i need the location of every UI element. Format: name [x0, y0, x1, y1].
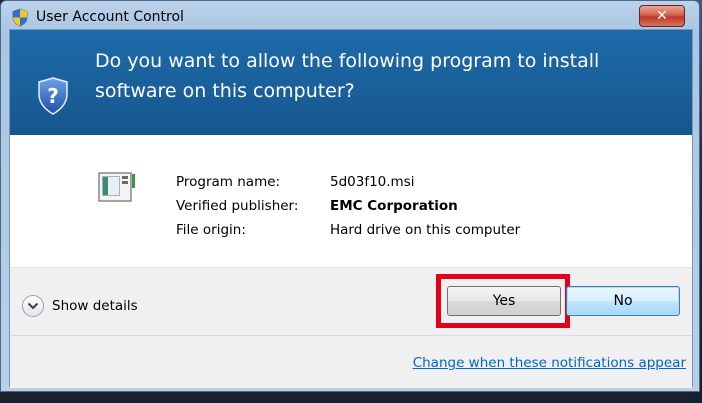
installer-program-icon: [98, 172, 135, 202]
no-button[interactable]: No: [566, 286, 680, 316]
dialog-footer: Show details Yes No Change when these no…: [10, 268, 692, 388]
publisher-row: Verified publisher: EMC Corporation: [176, 194, 520, 218]
file-origin-row: File origin: Hard drive on this computer: [176, 218, 520, 242]
title-bar[interactable]: User Account Control: [1, 1, 699, 29]
question-shield-icon: ?: [38, 77, 68, 115]
program-name-row: Program name: 5d03f10.msi: [176, 170, 520, 194]
program-info: Program name: 5d03f10.msi Verified publi…: [176, 170, 520, 242]
chevron-down-icon[interactable]: [22, 295, 44, 317]
file-origin-label: File origin:: [176, 222, 246, 238]
svg-text:?: ?: [47, 84, 59, 108]
show-details-toggle[interactable]: Show details: [22, 295, 138, 317]
yes-button[interactable]: Yes: [447, 286, 561, 316]
footer-divider: [10, 335, 692, 336]
file-origin-value: Hard drive on this computer: [330, 222, 521, 238]
change-notifications-link[interactable]: Change when these notifications appear: [413, 355, 686, 371]
close-button[interactable]: ✕: [639, 5, 685, 27]
uac-dialog: User Account Control ✕ ? Do you want to …: [0, 0, 700, 392]
publisher-value: EMC Corporation: [330, 198, 458, 214]
program-name-value: 5d03f10.msi: [330, 174, 415, 190]
dialog-client-area: ? Do you want to allow the following pro…: [9, 29, 693, 388]
close-icon: ✕: [656, 8, 668, 24]
window-title: User Account Control: [36, 9, 184, 25]
show-details-label[interactable]: Show details: [52, 298, 138, 314]
program-name-label: Program name:: [176, 174, 281, 190]
uac-shield-icon: [12, 8, 28, 27]
prompt-header: ? Do you want to allow the following pro…: [10, 30, 692, 135]
prompt-question: Do you want to allow the following progr…: [95, 50, 600, 102]
publisher-label: Verified publisher:: [176, 198, 299, 214]
